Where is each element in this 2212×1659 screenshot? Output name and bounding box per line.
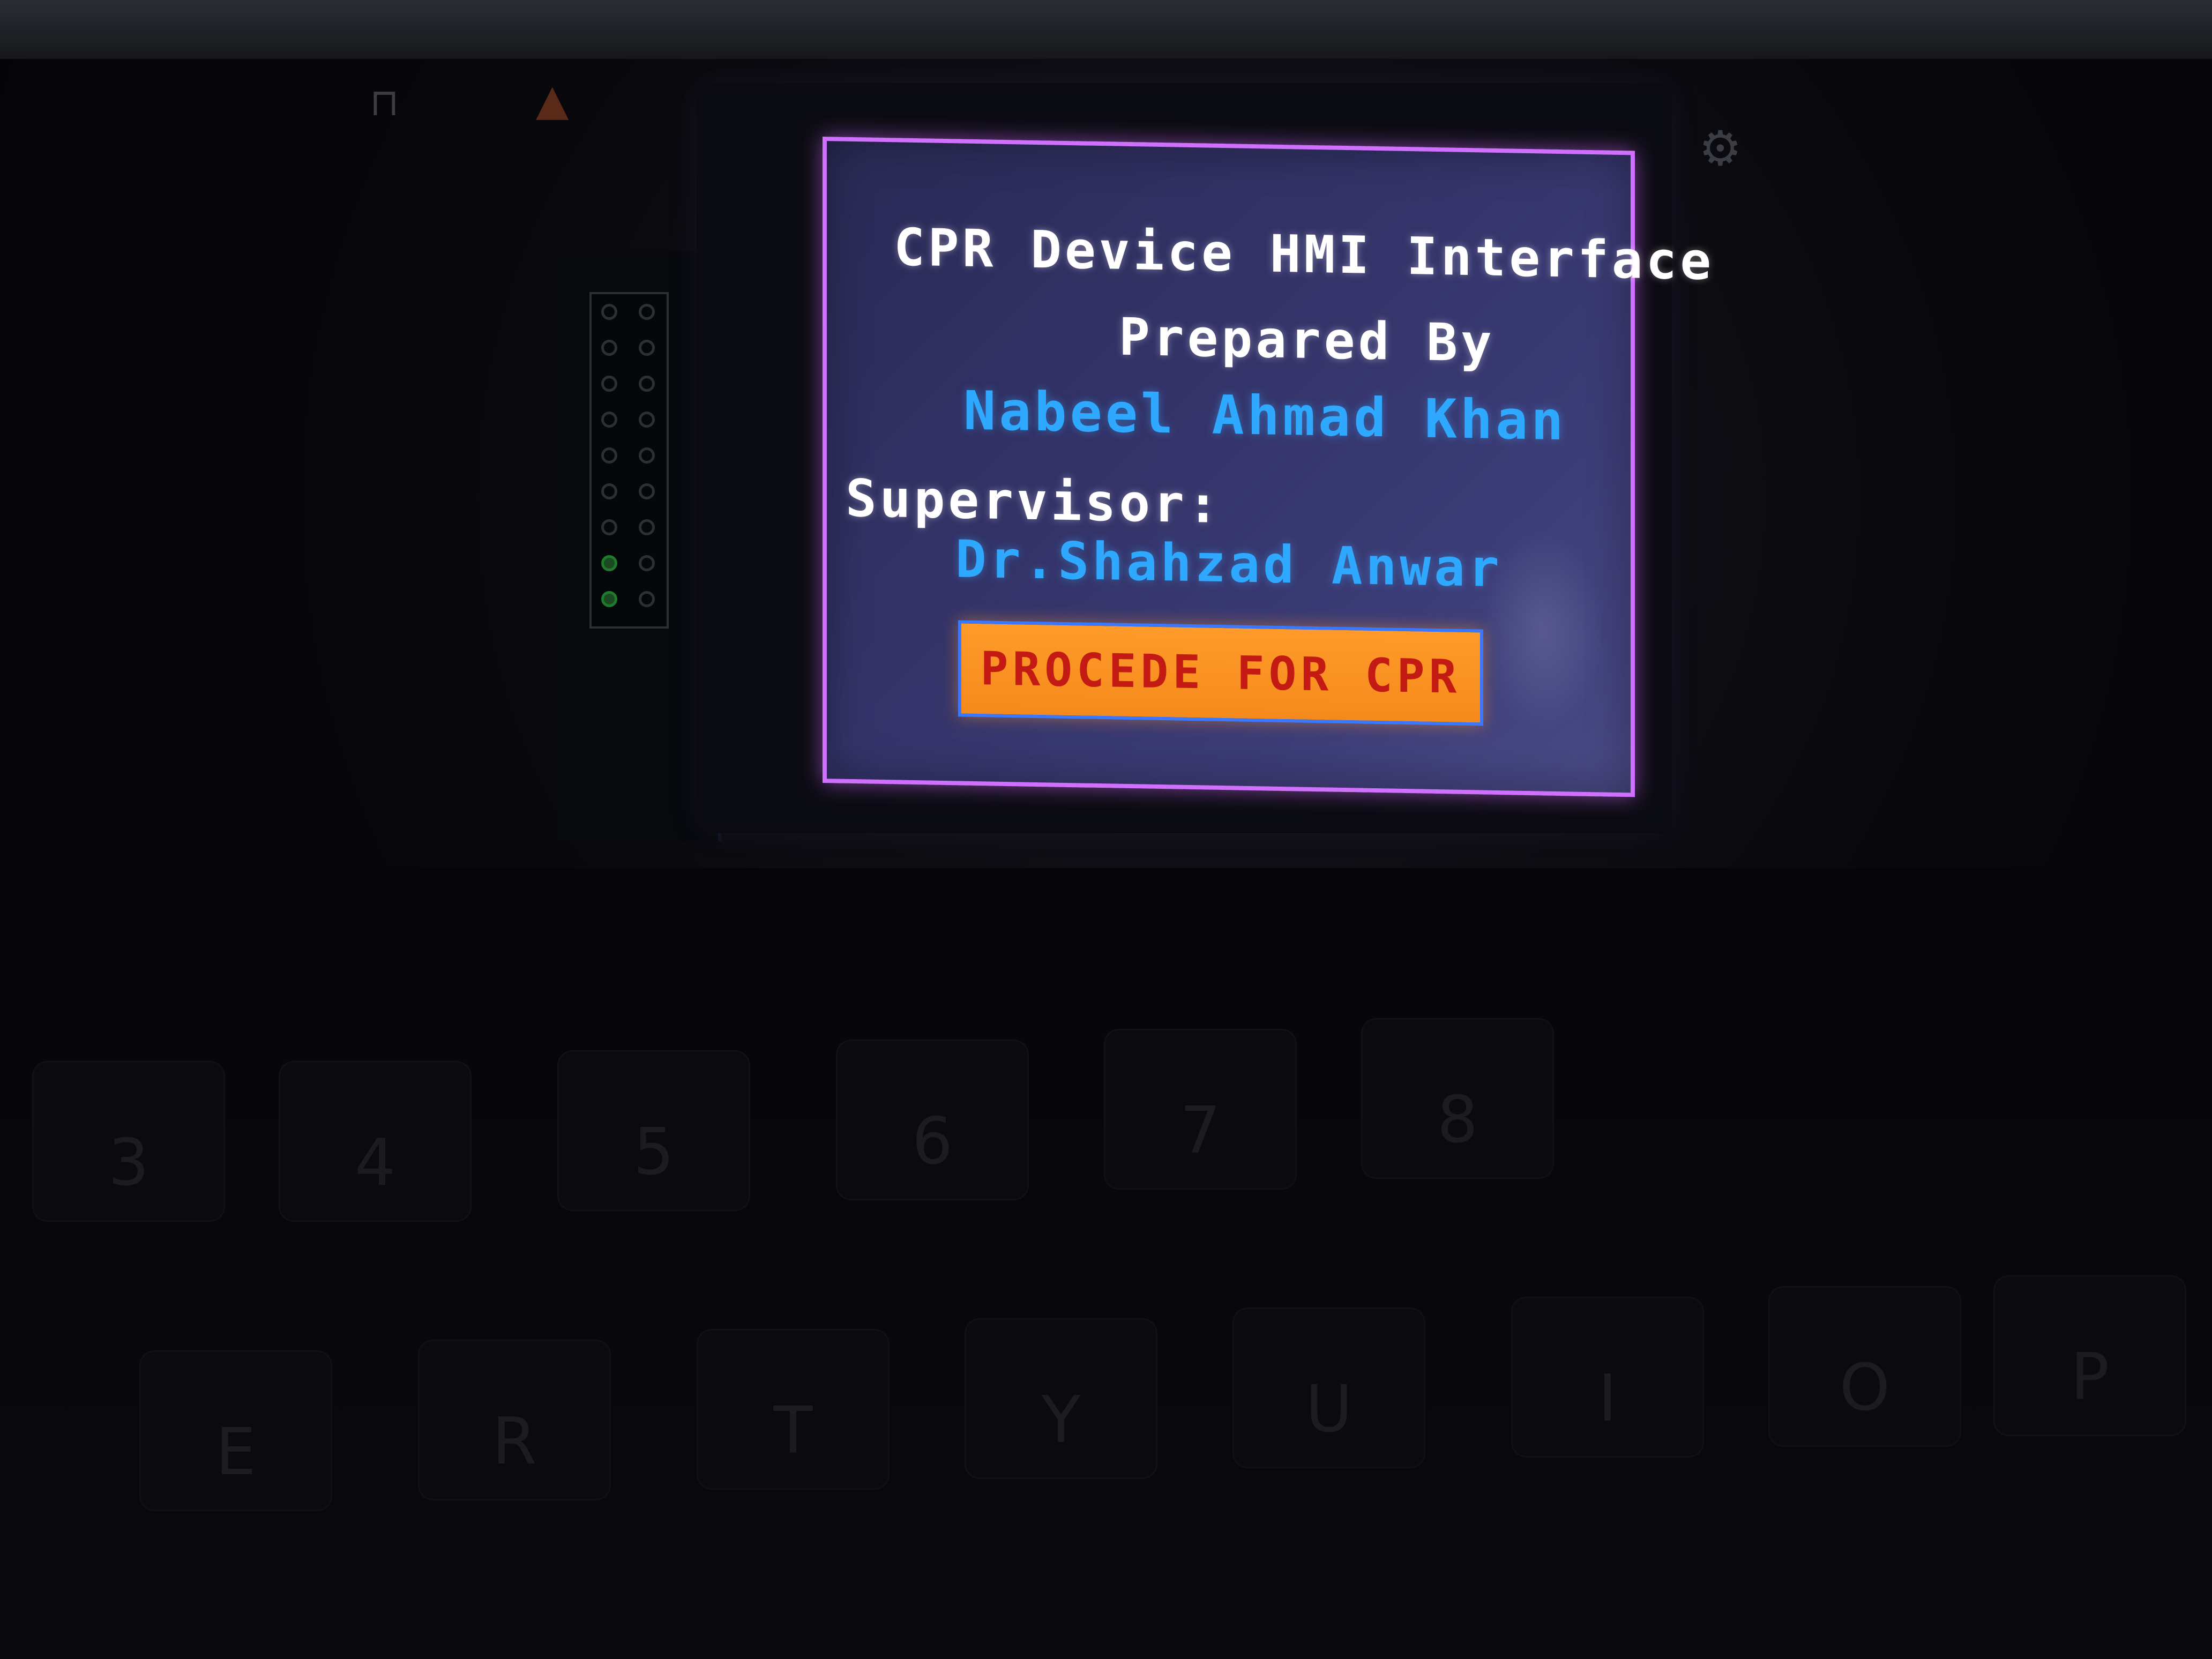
keyboard-key: Y [965,1318,1157,1479]
supervisor-label: Supervisor: [846,468,1222,535]
author-name: Nabeel Ahmad Khan [963,379,1567,453]
monitor-edge [0,0,2212,59]
laptop-keyboard: 3 4 5 6 7 8 E R T Y U I O P [0,868,2212,1659]
screen-glare [1481,527,1604,734]
procede-for-cpr-button[interactable]: PROCEDE FOR CPR [958,620,1483,726]
keyboard-key: T [697,1329,890,1490]
keyboard-key: 7 [1104,1029,1297,1190]
gear-icon: ⚙ [1699,121,1742,177]
photo-scene: ⊓ ▲ ⚙ 3 4 5 6 7 8 E R T Y U I O P CPR De… [0,0,2212,1659]
keyboard-key: 3 [32,1061,225,1222]
pin-header [589,292,669,629]
lcd-screen: CPR Device HMI Interface Prepared By Nab… [823,137,1714,797]
keyboard-key: 4 [279,1061,472,1222]
traffic-cone-icon: ▲ [536,75,569,125]
procede-button-label: PROCEDE FOR CPR [980,642,1461,704]
keyboard-key: E [139,1350,332,1511]
screen-title: CPR Device HMI Interface [894,217,1715,292]
keyboard-key: O [1768,1286,1961,1447]
keyboard-key: 6 [836,1040,1029,1200]
keyboard-key: 8 [1361,1018,1554,1179]
keyboard-key: 5 [557,1050,750,1211]
keyboard-key: I [1511,1297,1704,1458]
prepared-by-label: Prepared By [1119,307,1495,373]
keyboard-key: P [1993,1275,2186,1436]
keyboard-key: R [418,1340,611,1500]
window-icon: ⊓ [370,80,399,124]
supervisor-name: Dr.Shahzad Anwar [955,529,1503,599]
keyboard-key: U [1232,1307,1425,1468]
